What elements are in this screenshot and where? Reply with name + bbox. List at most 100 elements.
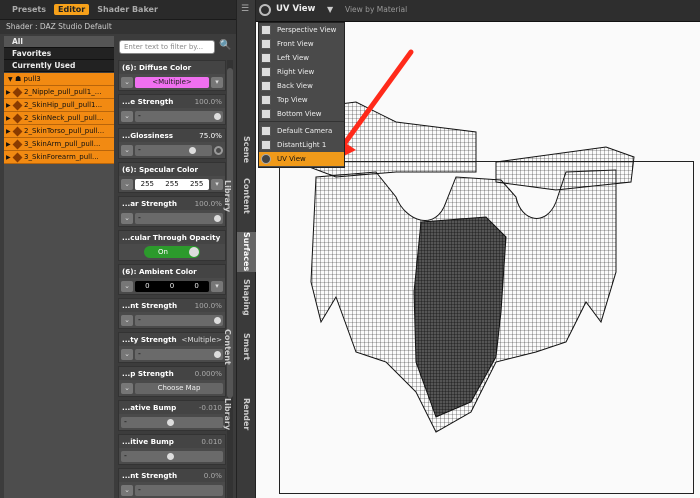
- tab-shaping[interactable]: Shaping: [237, 278, 256, 316]
- menu-item-left-view[interactable]: Left View: [259, 51, 344, 65]
- chevron-down-icon[interactable]: ⌄: [121, 382, 133, 394]
- gear-icon[interactable]: [214, 145, 223, 155]
- prop-label: ...itive Bump: [122, 437, 174, 446]
- light-icon: [261, 140, 271, 150]
- slider[interactable]: -: [135, 212, 223, 224]
- tab-render-library[interactable]: Render Library: [223, 384, 256, 444]
- prop-label: ...ative Bump: [122, 403, 177, 412]
- slider[interactable]: -: [135, 348, 223, 360]
- chevron-down-icon[interactable]: ⌄: [121, 110, 133, 122]
- slider[interactable]: -: [121, 450, 223, 462]
- tab-content-library[interactable]: Content Library: [223, 164, 256, 228]
- menu-item-right-view[interactable]: Right View: [259, 65, 344, 79]
- menu-item-uv-view[interactable]: UV View: [259, 152, 344, 166]
- tree-item[interactable]: ▶ 2_SkinTorso_pull_pull...: [4, 125, 114, 138]
- ambient-swatch[interactable]: 0 0 0: [135, 280, 209, 292]
- menu-item-perspective-view[interactable]: Perspective View: [259, 23, 344, 37]
- prop-ambient-strength: ...nt Strength 100.0% ⌄ -: [118, 298, 226, 329]
- tree-item[interactable]: ▶ 3_SkinForearm_pull...: [4, 151, 114, 164]
- panel-tabs: Presets Editor Shader Baker: [0, 0, 236, 20]
- prop-diffuse-color: (6): Diffuse Color ⌄ <Multiple> ▾: [118, 60, 226, 91]
- choose-map-button[interactable]: Choose Map: [135, 382, 223, 394]
- chevron-down-icon[interactable]: ⌄: [121, 76, 133, 88]
- slider[interactable]: -: [135, 110, 223, 122]
- tree-item[interactable]: ▶ 2_SkinNeck_pull_pull...: [4, 112, 114, 125]
- tab-surfaces[interactable]: Surfaces: [237, 232, 256, 272]
- red-value: 255: [140, 179, 155, 188]
- chevron-down-icon[interactable]: ▼: [327, 5, 333, 14]
- menu-item-label: Back View: [277, 82, 313, 90]
- viewport-toolbar: [256, 0, 700, 22]
- uv-shell-strip: [495, 146, 635, 191]
- chevron-down-icon[interactable]: ⌄: [121, 314, 133, 326]
- chevron-down-icon[interactable]: ▾: [211, 76, 223, 88]
- prop-label: (6): Ambient Color: [122, 267, 197, 276]
- chevron-down-icon[interactable]: ⌄: [121, 178, 133, 190]
- chevron-down-icon[interactable]: ▾: [211, 280, 223, 292]
- menu-item-label: Top View: [277, 96, 308, 104]
- globe-icon[interactable]: [259, 4, 271, 16]
- search-icon[interactable]: 🔍: [219, 40, 231, 53]
- chevron-down-icon[interactable]: ⌄: [121, 144, 133, 156]
- view-mode[interactable]: View by Material: [345, 5, 407, 14]
- toggle-switch[interactable]: On: [144, 246, 200, 258]
- tab-presets[interactable]: Presets: [8, 4, 50, 15]
- slider-knob[interactable]: [214, 214, 221, 222]
- expand-down-icon[interactable]: ▼: [8, 73, 15, 85]
- tab-shader-baker[interactable]: Shader Baker: [93, 4, 162, 15]
- menu-item-bottom-view[interactable]: Bottom View: [259, 107, 344, 121]
- prop-value: 0.000%: [194, 369, 222, 378]
- menu-item-front-view[interactable]: Front View: [259, 37, 344, 51]
- slider[interactable]: -: [121, 416, 223, 428]
- chevron-down-icon[interactable]: ⌄: [121, 348, 133, 360]
- slider[interactable]: -: [135, 484, 223, 496]
- surface-icon: [12, 113, 23, 123]
- slider-knob[interactable]: [214, 316, 221, 324]
- filter-favorites[interactable]: Favorites: [4, 48, 114, 60]
- filter-all[interactable]: All: [4, 36, 114, 48]
- surface-tree: ▼ ☗ pull3 ▶ 2_Nipple_pull_pull1_... ▶ 2_Ski…: [4, 73, 114, 498]
- slider-knob[interactable]: [188, 146, 196, 154]
- tree-root[interactable]: ▼ ☗ pull3: [4, 73, 114, 86]
- chevron-down-icon[interactable]: ⌄: [121, 280, 133, 292]
- view-icon: [261, 53, 271, 63]
- diffuse-swatch[interactable]: <Multiple>: [135, 76, 209, 88]
- filter-list: All Favorites Currently Used: [4, 36, 114, 72]
- specular-swatch[interactable]: 255 255 255: [135, 178, 209, 190]
- slider[interactable]: -: [135, 314, 223, 326]
- menu-item-label: Front View: [277, 40, 314, 48]
- blue-value: 255: [189, 179, 204, 188]
- slider-knob[interactable]: [214, 112, 221, 120]
- chevron-down-icon[interactable]: ⌄: [121, 212, 133, 224]
- prop-value: 100.0%: [194, 301, 222, 310]
- menu-item-label: Default Camera: [277, 127, 333, 135]
- toggle-label: On: [158, 248, 168, 256]
- surface-icon: [12, 152, 23, 162]
- prop-bump-strength: ...p Strength 0.000% ⌄ Choose Map: [118, 366, 226, 397]
- menu-item-label: Right View: [277, 68, 315, 76]
- tree-item[interactable]: ▶ 3_SkinArm_pull_pull...: [4, 138, 114, 151]
- menu-item-back-view[interactable]: Back View: [259, 79, 344, 93]
- slider-knob[interactable]: [166, 452, 174, 460]
- tab-editor[interactable]: Editor: [54, 4, 90, 15]
- prop-label: ...nt Strength: [122, 471, 178, 480]
- tree-item[interactable]: ▶ 2_Nipple_pull_pull1_...: [4, 86, 114, 99]
- prop-diffuse-strength: ...e Strength 100.0% ⌄ -: [118, 94, 226, 125]
- chevron-down-icon[interactable]: ⌄: [121, 484, 133, 496]
- slider[interactable]: -: [135, 144, 212, 156]
- menu-item-default-camera[interactable]: Default Camera: [259, 124, 344, 138]
- tab-smart-content[interactable]: Smart Content: [223, 318, 256, 376]
- prop-glossiness: ...Glossiness 75.0% ⌄ -: [118, 128, 226, 159]
- globe-icon: [261, 154, 271, 164]
- viewport-title[interactable]: UV View: [276, 4, 315, 14]
- menu-item-distant-light[interactable]: DistantLight 1: [259, 138, 344, 152]
- prop-value: 0.010: [201, 437, 222, 446]
- filter-currently-used[interactable]: Currently Used: [4, 60, 114, 72]
- menu-item-label: Perspective View: [277, 26, 337, 34]
- tree-item[interactable]: ▶ 2_SkinHip_pull_pull1...: [4, 99, 114, 112]
- panel-menu-icon[interactable]: ☰: [237, 4, 253, 16]
- filter-input[interactable]: Enter text to filter by...: [119, 40, 215, 54]
- menu-item-label: Left View: [277, 54, 310, 62]
- slider-knob[interactable]: [166, 418, 174, 426]
- menu-item-top-view[interactable]: Top View: [259, 93, 344, 107]
